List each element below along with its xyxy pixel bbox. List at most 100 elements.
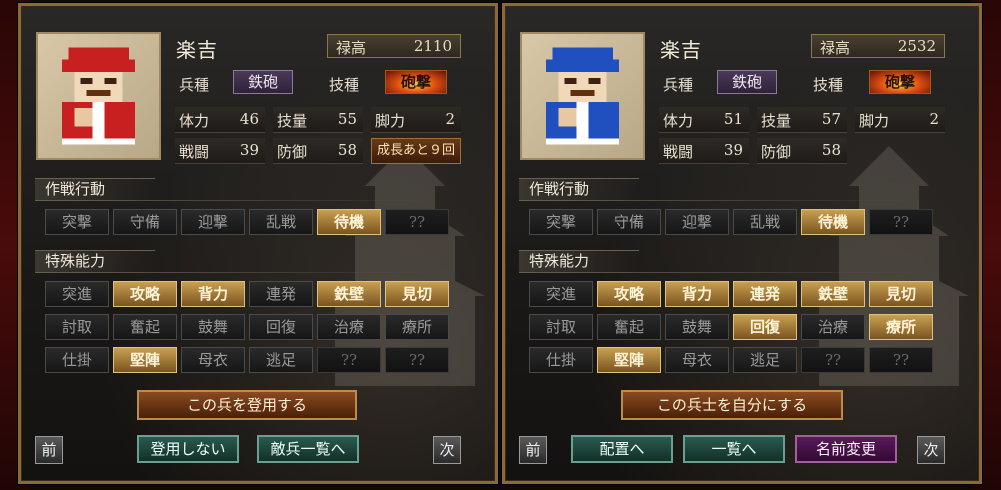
technique-chip: 砲撃 <box>869 70 931 94</box>
ability-heal-button[interactable]: 治療 <box>801 314 865 340</box>
soldier-panel-enemy: 楽吉 禄高 2110 兵種 鉄砲 技種 砲撃 体力 46 技量 55 脚力 2 … <box>18 3 498 484</box>
ability-siege-button[interactable]: 攻略 <box>113 281 177 307</box>
ability-clinic-button[interactable]: 療所 <box>869 314 933 340</box>
ability-trap-button[interactable]: 仕掛 <box>529 347 593 373</box>
next-button[interactable]: 次 <box>433 436 461 464</box>
ability-siege-button[interactable]: 攻略 <box>597 281 661 307</box>
stat-skill: 技量 55 <box>273 107 363 133</box>
uniform-trim <box>546 138 619 145</box>
stat-label: 戦闘 <box>663 143 694 161</box>
helmet-band <box>62 59 135 72</box>
stat-label: 技量 <box>761 112 792 130</box>
tactic-charge-button[interactable]: 突撃 <box>45 209 109 235</box>
stat-value: 58 <box>821 141 841 159</box>
technique-chip: 砲撃 <box>385 70 447 94</box>
ability-horo-button[interactable]: 母衣 <box>665 347 729 373</box>
ability-unknown-button[interactable]: ?? <box>801 347 865 373</box>
tactic-unknown-button[interactable]: ?? <box>385 209 449 235</box>
rename-button[interactable]: 名前変更 <box>795 435 897 463</box>
stipend-label: 禄高 <box>336 39 367 57</box>
unit-type-chip: 鉄砲 <box>233 70 293 94</box>
tactic-intercept-button[interactable]: 迎撃 <box>181 209 245 235</box>
stat-skill: 技量 57 <box>757 107 847 133</box>
eye <box>80 77 93 84</box>
stat-value: 51 <box>723 110 743 128</box>
stat-label: 防御 <box>761 143 792 161</box>
soldier-portrait <box>36 32 161 160</box>
ability-fortify-button[interactable]: 堅陣 <box>113 347 177 373</box>
tactic-guard-button[interactable]: 守備 <box>597 209 661 235</box>
eye <box>104 77 117 84</box>
mustache <box>570 89 595 96</box>
soldier-portrait <box>520 32 645 160</box>
hand <box>74 108 93 127</box>
ability-rapid-fire-button[interactable]: 連発 <box>733 281 797 307</box>
ability-dash-button[interactable]: 突進 <box>529 281 593 307</box>
stat-label: 脚力 <box>859 112 890 130</box>
ability-fortify-button[interactable]: 堅陣 <box>597 347 661 373</box>
ability-heal-button[interactable]: 治療 <box>317 314 381 340</box>
unit-type-chip: 鉄砲 <box>717 70 777 94</box>
previous-button[interactable]: 前 <box>35 436 63 464</box>
stat-value: 2 <box>445 110 455 128</box>
enemy-list-button[interactable]: 敵兵一覧へ <box>257 435 359 463</box>
stipend-value: 2110 <box>413 37 452 55</box>
ability-iron-wall-button[interactable]: 鉄壁 <box>317 281 381 307</box>
ability-iron-wall-button[interactable]: 鉄壁 <box>801 281 865 307</box>
stat-combat: 戦闘 39 <box>659 138 749 164</box>
stat-value: 46 <box>239 110 259 128</box>
ability-endurance-button[interactable]: 背力 <box>181 281 245 307</box>
ability-rally-button[interactable]: 奮起 <box>113 314 177 340</box>
decline-recruit-button[interactable]: 登用しない <box>137 435 239 463</box>
unit-type-label: 兵種 <box>663 76 694 94</box>
ability-unknown-button[interactable]: ?? <box>385 347 449 373</box>
soldier-portrait-image <box>546 47 619 145</box>
ability-unknown-button[interactable]: ?? <box>869 347 933 373</box>
tactic-unknown-button[interactable]: ?? <box>869 209 933 235</box>
tactic-intercept-button[interactable]: 迎撃 <box>665 209 729 235</box>
ability-slay-button[interactable]: 討取 <box>529 314 593 340</box>
previous-button[interactable]: 前 <box>519 436 547 464</box>
stat-speed: 脚力 2 <box>855 107 945 133</box>
ability-unknown-button[interactable]: ?? <box>317 347 381 373</box>
ability-horo-button[interactable]: 母衣 <box>181 347 245 373</box>
tactic-standby-button[interactable]: 待機 <box>801 209 865 235</box>
stat-combat: 戦闘 39 <box>175 138 265 164</box>
deploy-button[interactable]: 配置へ <box>571 435 673 463</box>
next-button[interactable]: 次 <box>917 436 945 464</box>
abilities-section-header: 特殊能力 <box>35 250 155 272</box>
ability-clinic-button[interactable]: 療所 <box>385 314 449 340</box>
tactics-section-header: 作戦行動 <box>519 178 639 200</box>
tactic-melee-button[interactable]: 乱戦 <box>733 209 797 235</box>
ability-dash-button[interactable]: 突進 <box>45 281 109 307</box>
soldier-name: 楽吉 <box>660 38 702 62</box>
ability-trap-button[interactable]: 仕掛 <box>45 347 109 373</box>
list-button[interactable]: 一覧へ <box>683 435 785 463</box>
soldier-portrait-image <box>62 47 135 145</box>
ability-read-button[interactable]: 見切 <box>869 281 933 307</box>
ability-rapid-fire-button[interactable]: 連発 <box>249 281 313 307</box>
make-soldier-self-button[interactable]: この兵士を自分にする <box>621 390 843 420</box>
stat-value: 2 <box>929 110 939 128</box>
tactic-guard-button[interactable]: 守備 <box>113 209 177 235</box>
ability-rally-button[interactable]: 奮起 <box>597 314 661 340</box>
tactic-melee-button[interactable]: 乱戦 <box>249 209 313 235</box>
ability-read-button[interactable]: 見切 <box>385 281 449 307</box>
ability-encourage-button[interactable]: 鼓舞 <box>665 314 729 340</box>
ability-endurance-button[interactable]: 背力 <box>665 281 729 307</box>
ability-recover-button[interactable]: 回復 <box>733 314 797 340</box>
stat-label: 防御 <box>277 143 308 161</box>
ability-slay-button[interactable]: 討取 <box>45 314 109 340</box>
ability-escape-button[interactable]: 逃足 <box>249 347 313 373</box>
stat-speed: 脚力 2 <box>371 107 461 133</box>
uniform-trim <box>62 138 135 145</box>
recruit-soldier-button[interactable]: この兵を登用する <box>137 390 357 420</box>
ability-escape-button[interactable]: 逃足 <box>733 347 797 373</box>
tactic-charge-button[interactable]: 突撃 <box>529 209 593 235</box>
hand <box>558 108 577 127</box>
mustache <box>86 89 111 96</box>
ability-recover-button[interactable]: 回復 <box>249 314 313 340</box>
ability-encourage-button[interactable]: 鼓舞 <box>181 314 245 340</box>
tactic-standby-button[interactable]: 待機 <box>317 209 381 235</box>
stipend-label: 禄高 <box>820 39 851 57</box>
